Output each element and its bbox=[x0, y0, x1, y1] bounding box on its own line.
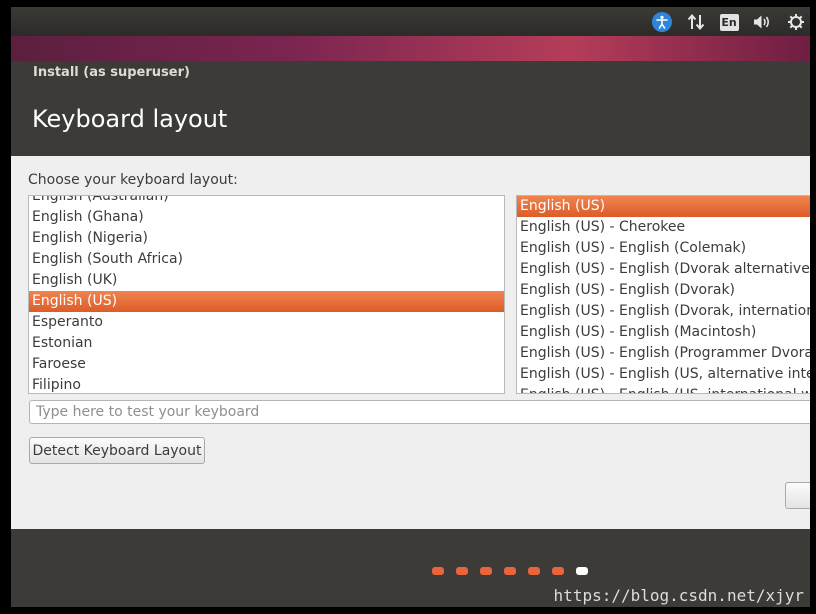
keyboard-language-indicator[interactable]: En bbox=[718, 11, 740, 33]
progress-dot bbox=[528, 567, 540, 575]
layout-list-item[interactable]: English (UK) bbox=[29, 270, 504, 291]
system-indicator[interactable] bbox=[785, 11, 807, 33]
gear-icon bbox=[788, 14, 804, 30]
keyboard-test-input[interactable] bbox=[29, 400, 810, 424]
page-title: Keyboard layout bbox=[32, 105, 228, 133]
content-area: Choose your keyboard layout: English (Au… bbox=[11, 156, 810, 529]
layout-list-item[interactable]: English (US) bbox=[29, 291, 504, 312]
variant-list-item[interactable]: English (US) - English (Colemak) bbox=[517, 238, 810, 259]
watermark: https://blog.csdn.net/xjyr bbox=[553, 586, 804, 605]
sound-indicator[interactable] bbox=[751, 11, 773, 33]
desktop-wallpaper bbox=[11, 36, 810, 61]
progress-dots bbox=[432, 567, 588, 575]
window-title: Install (as superuser) bbox=[33, 65, 190, 80]
keyboard-language-icon: En bbox=[719, 13, 739, 31]
layout-list-item[interactable]: English (South Africa) bbox=[29, 249, 504, 270]
progress-dot bbox=[456, 567, 468, 575]
progress-dot bbox=[480, 567, 492, 575]
variant-list-item[interactable]: English (US) - English (US, internationa… bbox=[517, 385, 810, 393]
layout-list-item[interactable]: English (Ghana) bbox=[29, 207, 504, 228]
layout-list-item[interactable]: English (Nigeria) bbox=[29, 228, 504, 249]
progress-dot bbox=[432, 567, 444, 575]
detect-layout-button[interactable]: Detect Keyboard Layout bbox=[29, 437, 205, 464]
layout-list-item[interactable]: Estonian bbox=[29, 333, 504, 354]
variant-list-item[interactable]: English (US) bbox=[517, 196, 810, 217]
top-panel: En bbox=[11, 7, 810, 36]
layout-list[interactable]: English (Australian) English (Ghana) Engli… bbox=[28, 195, 505, 394]
variant-list-item[interactable]: English (US) - English (Macintosh) bbox=[517, 322, 810, 343]
layout-list-item[interactable]: Faroese bbox=[29, 354, 504, 375]
variant-list-item[interactable]: English (US) - English (US, alternative … bbox=[517, 364, 810, 385]
variant-list-item[interactable]: English (US) - English (Dvorak alternati… bbox=[517, 259, 810, 280]
variant-list-item[interactable]: English (US) - English (Dvorak, internat… bbox=[517, 301, 810, 322]
installer-window: Install (as superuser) Keyboard layout C… bbox=[11, 61, 810, 607]
variant-list-item[interactable]: English (US) - Cherokee bbox=[517, 217, 810, 238]
progress-dot bbox=[552, 567, 564, 575]
sound-icon bbox=[754, 15, 770, 29]
accessibility-indicator[interactable] bbox=[651, 11, 673, 33]
progress-dot bbox=[504, 567, 516, 575]
variant-list[interactable]: English (US) English (US) - Cherokee Engli… bbox=[516, 195, 810, 394]
layout-list-item[interactable]: English (Australian) bbox=[29, 196, 504, 207]
variant-list-item[interactable]: English (US) - English (Programmer Dvora… bbox=[517, 343, 810, 364]
progress-dot bbox=[576, 567, 588, 575]
variant-list-item[interactable]: English (US) - English (Dvorak) bbox=[517, 280, 810, 301]
layout-list-item[interactable]: Esperanto bbox=[29, 312, 504, 333]
layout-prompt: Choose your keyboard layout: bbox=[28, 172, 238, 188]
layout-list-item[interactable]: Filipino bbox=[29, 375, 504, 393]
accessibility-icon bbox=[652, 12, 672, 32]
network-icon bbox=[687, 13, 705, 31]
window-titlebar[interactable]: Install (as superuser) bbox=[11, 61, 810, 87]
forward-button[interactable] bbox=[785, 482, 810, 509]
network-indicator[interactable] bbox=[685, 11, 707, 33]
